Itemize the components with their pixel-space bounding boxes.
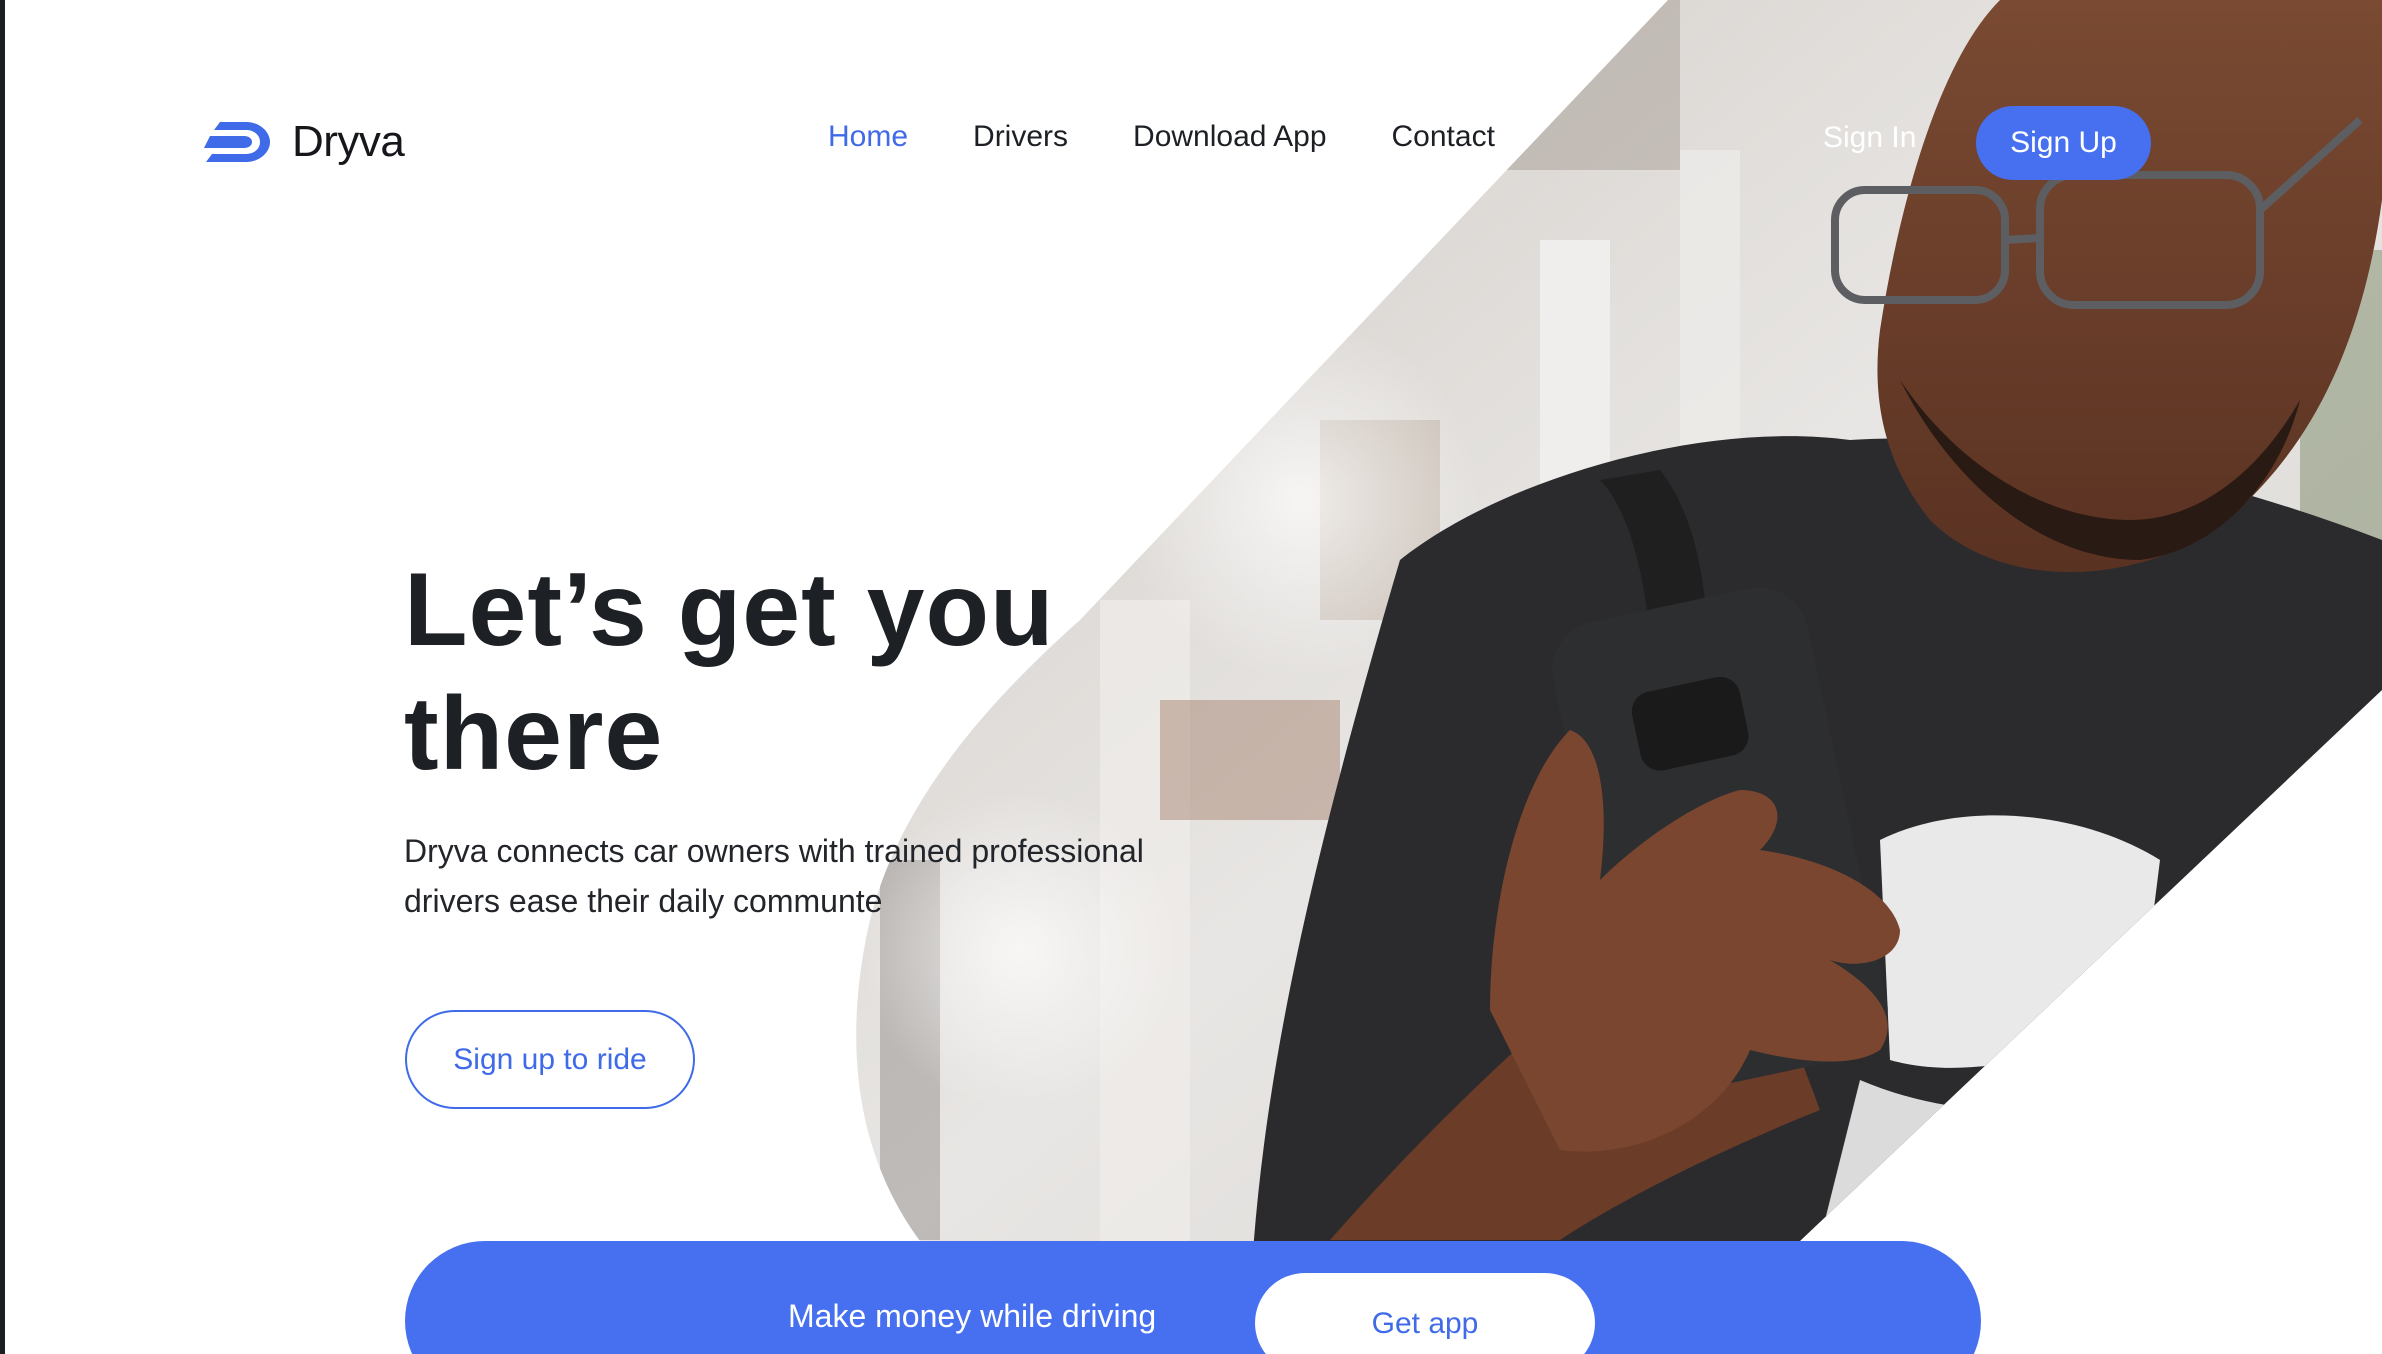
nav-item-contact[interactable]: Contact [1392, 120, 1495, 154]
hero-headline-line-1: Let’s get you [404, 552, 1055, 668]
hero-headline-line-2: there [404, 676, 664, 792]
sign-in-link[interactable]: Sign In [1823, 121, 1916, 155]
nav-item-drivers[interactable]: Drivers [973, 120, 1068, 154]
sign-up-to-ride-button[interactable]: Sign up to ride [405, 1010, 695, 1109]
nav-item-home[interactable]: Home [828, 120, 908, 154]
hero-subtext-line-2: drivers ease their daily communte [404, 883, 883, 919]
get-app-button[interactable]: Get app [1255, 1273, 1595, 1354]
hero-subtext-line-1: Dryva connects car owners with trained p… [404, 833, 1144, 869]
dryva-logo-icon [204, 122, 270, 162]
banner-text: Make money while driving [788, 1298, 1157, 1334]
hero-subtext: Dryva connects car owners with trained p… [404, 826, 1184, 926]
main-nav: Home Drivers Download App Contact [828, 120, 1495, 154]
nav-item-download-app[interactable]: Download App [1133, 120, 1326, 154]
brand-logo[interactable]: Dryva [202, 114, 405, 170]
brand-name: Dryva [292, 117, 405, 166]
sign-up-button[interactable]: Sign Up [1976, 106, 2151, 180]
driver-banner: Make money while driving Get app [405, 1241, 1981, 1354]
hero-headline: Let’s get you there [404, 548, 1304, 796]
